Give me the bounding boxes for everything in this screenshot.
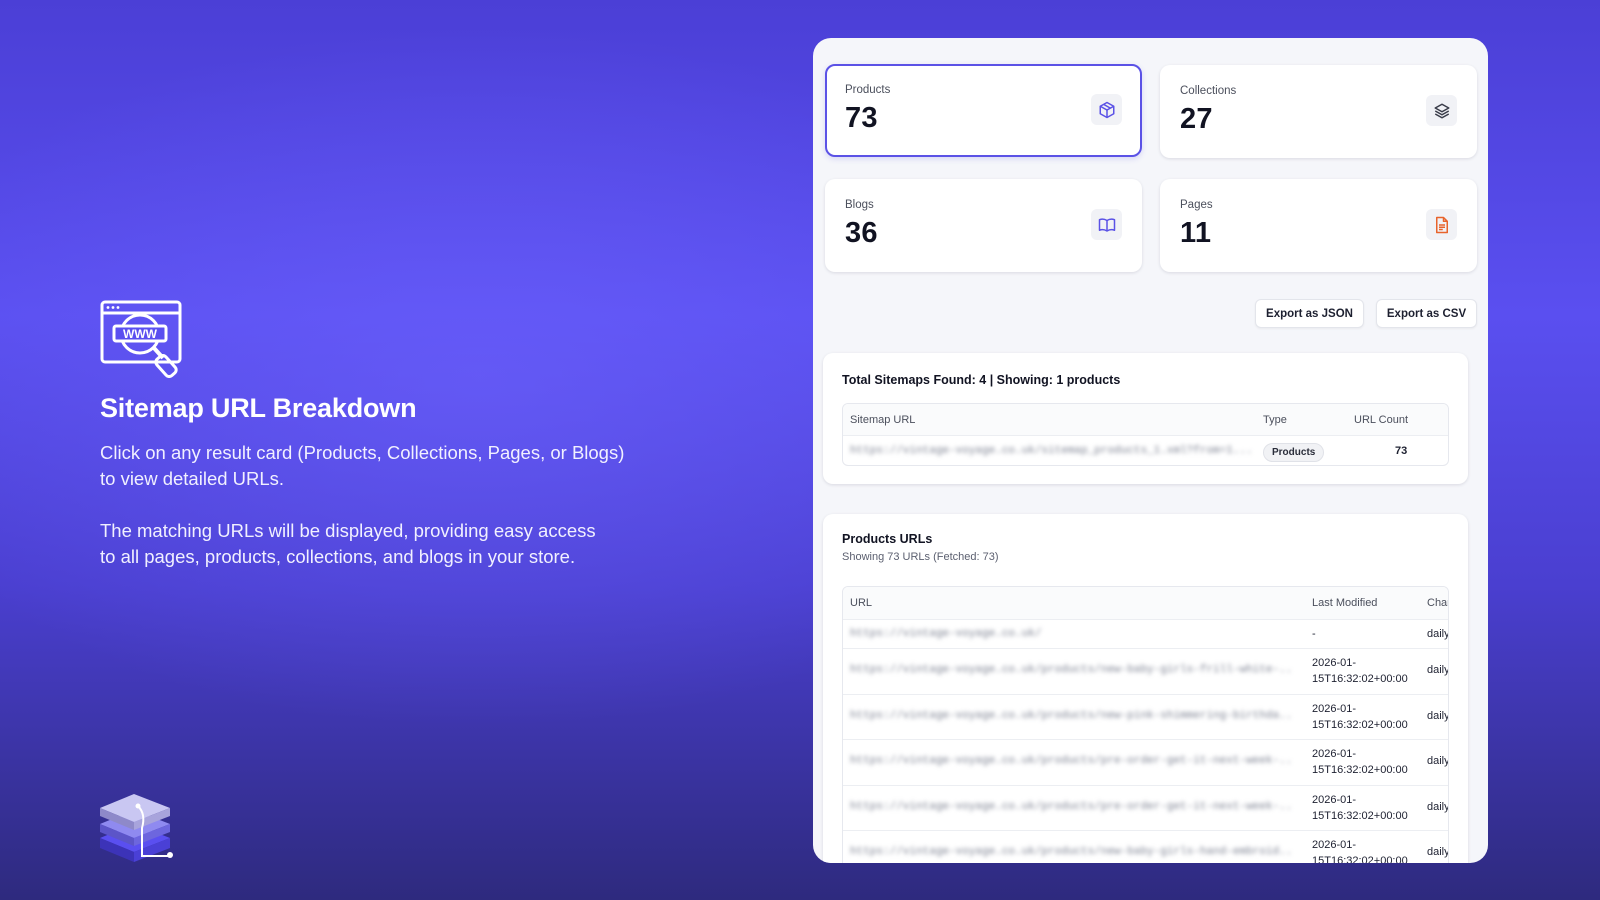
hero-description: Click on any result card (Products, Coll… [100,440,700,492]
time-part: 15T16:32:02+00:00 [1312,764,1408,776]
card-pages[interactable]: Pages 11 [1160,179,1477,272]
hero-section: WWW Sitemap URL Breakdown Click on any r… [100,300,700,596]
card-blogs[interactable]: Blogs 36 [825,179,1142,272]
column-header: Sitemap URL [850,414,916,426]
table-row[interactable]: https://vintage-voyage.co.uk/products/pr… [843,739,1448,785]
last-modified: 2026-01- 15T16:32:02+00:00 [1312,655,1408,687]
column-header: URL [850,597,873,609]
last-modified: 2026-01- 15T16:32:02+00:00 [1312,701,1408,733]
change-frequency: daily [1427,846,1449,858]
product-urls-subtitle: Showing 73 URLs (Fetched: 73) [842,551,999,563]
card-collections[interactable]: Collections 27 [1160,65,1477,158]
card-value: 11 [1180,217,1212,249]
change-frequency: daily [1427,664,1449,676]
card-label: Pages [1180,199,1213,211]
last-modified: 2026-01- 15T16:32:02+00:00 [1312,837,1408,863]
table-row[interactable]: https://vintage-voyage.co.uk/products/ne… [843,830,1448,863]
hero-line: The matching URLs will be displayed, pro… [100,520,596,541]
card-label: Collections [1180,85,1237,97]
hero-line: to all pages, products, collections, and… [100,546,576,567]
url-link[interactable]: https://vintage-voyage.co.uk/products/ne… [850,710,1290,722]
layers-icon [1426,95,1457,126]
table-header: Sitemap URL Type URL Count [843,404,1448,435]
sitemaps-section: Total Sitemaps Found: 4 | Showing: 1 pro… [823,353,1468,484]
product-urls-section: Products URLs Showing 73 URLs (Fetched: … [823,514,1468,863]
card-value: 73 [845,102,878,134]
last-modified: 2026-01- 15T16:32:02+00:00 [1312,746,1408,778]
card-label: Blogs [845,199,874,211]
type-badge: Products [1263,443,1325,462]
table-row[interactable]: https://vintage-voyage.co.uk/ - daily [843,619,1448,648]
svg-text:WWW: WWW [123,327,158,341]
card-value: 36 [845,217,878,249]
table-row[interactable]: https://vintage-voyage.co.uk/sitemap_pro… [843,435,1448,465]
table-row[interactable]: https://vintage-voyage.co.uk/products/pr… [843,784,1449,831]
hero-line: Click on any result card (Products, Coll… [100,442,625,463]
column-header: Type [1263,414,1287,426]
change-frequency: daily [1427,628,1449,640]
stacked-layers-logo-icon [100,794,173,862]
url-link[interactable]: https://vintage-voyage.co.uk/products/pr… [850,755,1290,767]
product-urls-table: URL Last Modified Chang https://vintage-… [842,586,1449,863]
date-part: 2026-01- [1312,793,1357,806]
time-part: 15T16:32:02+00:00 [1312,673,1408,685]
change-frequency: daily [1427,709,1449,722]
document-icon [1426,209,1457,240]
product-urls-title: Products URLs [842,532,933,546]
hero-line: to view detailed URLs. [100,468,285,489]
sitemap-url[interactable]: https://vintage-voyage.co.uk/sitemap_pro… [850,445,1250,457]
url-link[interactable]: https://vintage-voyage.co.uk/products/ne… [850,846,1290,858]
export-json-button[interactable]: Export as JSON [1255,299,1364,328]
sitemaps-table: Sitemap URL Type URL Count https://vinta… [842,403,1449,466]
last-modified: 2026-01- 15T16:32:02+00:00 [1312,792,1408,824]
change-frequency: daily [1427,755,1449,767]
column-header: Chang [1427,597,1448,609]
date-part: 2026-01- [1312,702,1357,715]
card-products[interactable]: Products 73 [825,64,1142,157]
time-part: 15T16:32:02+00:00 [1312,718,1408,731]
url-count: 73 [1395,445,1408,457]
column-header: Last Modified [1312,597,1378,609]
table-row[interactable]: https://vintage-voyage.co.uk/products/ne… [843,648,1448,694]
date-part: 2026-01- [1312,839,1357,851]
export-csv-button[interactable]: Export as CSV [1376,299,1477,328]
change-frequency: daily [1427,800,1449,813]
column-header: URL Count [1354,414,1409,426]
table-row[interactable]: https://vintage-voyage.co.uk/products/ne… [843,693,1449,740]
hero-title: Sitemap URL Breakdown [100,393,417,423]
table-header: URL Last Modified Chang [843,587,1448,619]
url-link[interactable]: https://vintage-voyage.co.uk/products/ne… [850,664,1290,676]
date-part: 2026-01- [1312,748,1357,760]
time-part: 15T16:32:02+00:00 [1312,855,1408,863]
hero-description-2: The matching URLs will be displayed, pro… [100,518,700,570]
results-panel: Products 73 Collections 27 Blogs 36 Page… [813,38,1488,863]
last-modified: - [1312,628,1316,640]
url-link[interactable]: https://vintage-voyage.co.uk/ [850,628,1290,640]
product-urls-heading: Products URLs Showing 73 URLs (Fetched: … [842,532,999,563]
box-icon [1091,94,1122,125]
book-icon [1091,209,1122,240]
card-value: 27 [1180,103,1213,135]
url-link[interactable]: https://vintage-voyage.co.uk/products/pr… [850,801,1290,813]
date-part: 2026-01- [1312,657,1357,669]
time-part: 15T16:32:02+00:00 [1312,809,1408,822]
www-search-icon: WWW [100,300,182,379]
card-label: Products [845,84,891,96]
sitemaps-summary: Total Sitemaps Found: 4 | Showing: 1 pro… [842,373,1121,387]
